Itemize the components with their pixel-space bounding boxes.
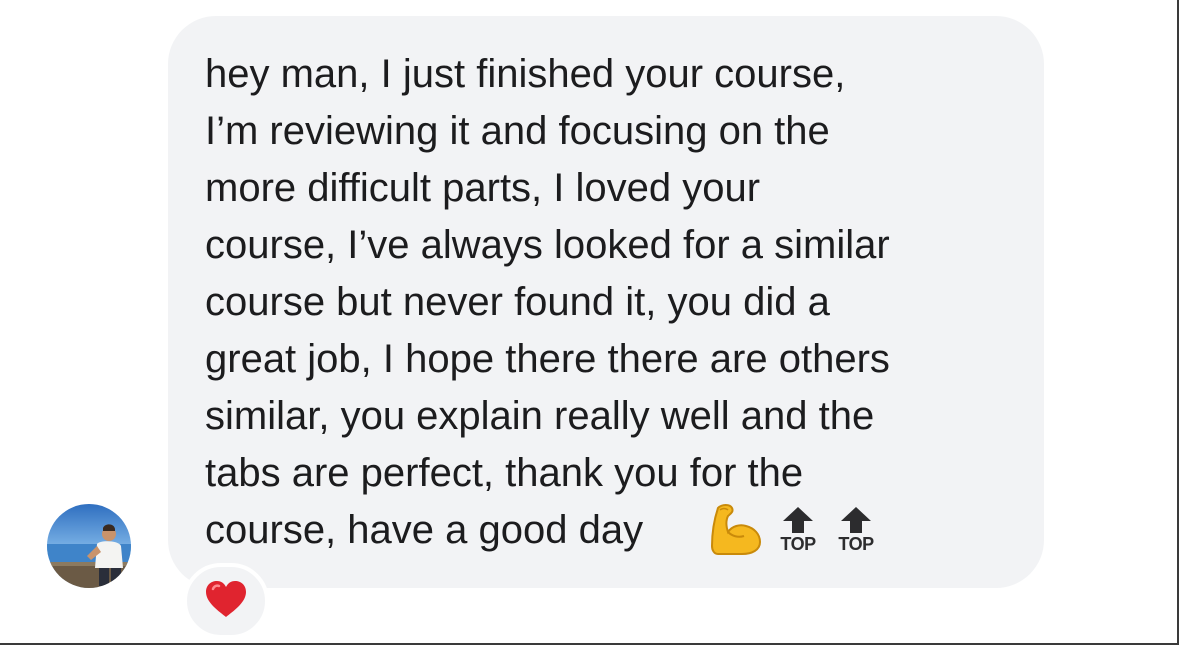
red-heart-icon bbox=[204, 579, 248, 624]
message-line: course, have a good day bbox=[205, 508, 644, 552]
message-line: hey man, I just finished your course, bbox=[205, 52, 846, 96]
top-arrow-icon: TOP bbox=[774, 502, 822, 558]
avatar[interactable] bbox=[47, 504, 131, 588]
message-line: course but never found it, you did a bbox=[205, 280, 830, 324]
heart-reaction[interactable] bbox=[183, 563, 269, 639]
message-text: hey man, I just finished your course, I’… bbox=[205, 46, 1025, 559]
top-arrow-icon: TOP bbox=[832, 502, 880, 558]
chat-view: hey man, I just finished your course, I’… bbox=[0, 0, 1179, 645]
message-line: more difficult parts, I loved your bbox=[205, 166, 761, 210]
top-label: TOP bbox=[838, 534, 874, 554]
trailing-emojis: TOP TOP bbox=[708, 500, 880, 560]
top-label: TOP bbox=[780, 534, 816, 554]
message-line: great job, I hope there there are others bbox=[205, 337, 890, 381]
message-line: tabs are perfect, thank you for the bbox=[205, 451, 804, 495]
message-line: course, I’ve always looked for a similar bbox=[205, 223, 890, 267]
message-line: similar, you explain really well and the bbox=[205, 394, 875, 438]
message-line: I’m reviewing it and focusing on the bbox=[205, 109, 830, 153]
flexed-biceps-icon bbox=[708, 500, 764, 561]
